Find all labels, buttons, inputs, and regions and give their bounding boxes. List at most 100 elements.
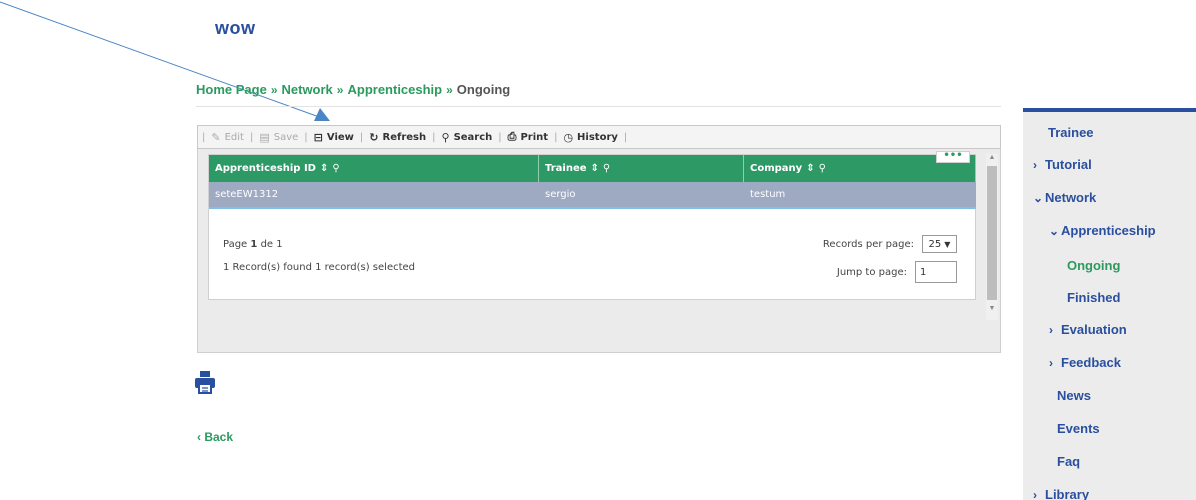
printer-icon: ⎙ (507, 130, 517, 143)
sidebar-item-trainee[interactable]: Trainee (1048, 125, 1094, 140)
chevron-left-icon: ‹ (197, 430, 201, 444)
breadcrumb-network[interactable]: Network (282, 82, 333, 97)
breadcrumb: Home Page» Network» Apprenticeship» Ongoing (196, 82, 510, 97)
cell-trainee: sergio (545, 189, 576, 200)
sidebar-item-label: Tutorial (1045, 157, 1092, 172)
sidebar-item-tutorial[interactable]: › Tutorial (1033, 157, 1092, 172)
column-label: Company (750, 163, 803, 174)
sidebar-item-events[interactable]: Events (1057, 421, 1100, 436)
records-per-page-select[interactable]: 25 ▼ (922, 235, 957, 253)
printer-icon[interactable] (194, 370, 216, 394)
pencil-icon: ✎ (211, 130, 221, 144)
sidebar-item-evaluation[interactable]: › Evaluation (1049, 322, 1127, 337)
edit-label: Edit (224, 131, 244, 143)
search-icon[interactable]: ⚲ (603, 163, 610, 174)
sidebar-item-ongoing[interactable]: Ongoing (1067, 258, 1120, 273)
breadcrumb-separator: » (270, 83, 278, 97)
print-label: Print (520, 131, 549, 143)
chevron-right-icon: › (1049, 323, 1053, 337)
chevron-down-icon: ⌄ (1033, 191, 1044, 205)
chevron-right-icon: › (1033, 488, 1037, 500)
refresh-label: Refresh (382, 131, 427, 143)
search-icon[interactable]: ⚲ (819, 163, 826, 174)
sidebar-item-label: Library (1045, 487, 1090, 500)
sidebar-item-label: Ongoing (1067, 258, 1121, 273)
column-label: Apprenticeship ID (215, 163, 316, 174)
records-per-page-label: Records per page: (822, 238, 914, 250)
toolbar: | ✎ Edit | ▤ Save | ⊟ View | ↻ Refresh |… (197, 125, 1001, 149)
sidebar-item-apprenticeship[interactable]: ⌄ Apprenticeship (1049, 223, 1156, 238)
breadcrumb-divider (196, 106, 1001, 107)
refresh-icon: ↻ (369, 130, 379, 144)
table-row[interactable]: seteEW1312 sergio testum (209, 182, 976, 209)
sidebar-item-label: News (1057, 388, 1091, 403)
sort-icon[interactable]: ⇕ (591, 163, 599, 174)
save-button[interactable]: ▤ Save (253, 131, 304, 144)
scrollbar-thumb[interactable] (987, 166, 997, 300)
scroll-up-icon[interactable]: ▲ (986, 154, 998, 161)
records-per-page-value: 25 (928, 238, 942, 250)
breadcrumb-home[interactable]: Home Page (196, 82, 267, 97)
sort-icon[interactable]: ⇕ (806, 163, 814, 174)
sidebar-item-label: Apprenticeship (1061, 223, 1156, 238)
sidebar-item-network[interactable]: ⌄ Network (1033, 190, 1096, 205)
grid-header: Apprenticeship ID ⇕ ⚲ Trainee ⇕ ⚲ Compan… (209, 151, 976, 182)
pager-controls: Records per page: 25 ▼ Jump to page: (823, 233, 957, 289)
chevron-right-icon: › (1033, 158, 1037, 172)
page-indicator: Page 1 de 1 (223, 239, 415, 250)
sidebar-item-news[interactable]: News (1057, 388, 1091, 403)
print-button[interactable]: ⎙ Print (502, 130, 554, 144)
history-button[interactable]: ◷ History (557, 131, 623, 144)
chevron-right-icon: › (1049, 356, 1053, 370)
page-total: 1 (276, 239, 283, 250)
jump-to-page-input[interactable] (915, 261, 957, 283)
jump-to-page-label: Jump to page: (836, 266, 907, 278)
sidebar-item-library[interactable]: › Library (1033, 487, 1089, 500)
history-label: History (577, 131, 618, 143)
search-icon: ⚲ (441, 130, 450, 144)
sidebar-item-label: Faq (1057, 454, 1081, 469)
records-status: 1 Record(s) found 1 record(s) selected (223, 262, 416, 273)
view-button[interactable]: ⊟ View (308, 131, 360, 144)
search-button[interactable]: ⚲ Search (436, 131, 499, 144)
view-label: View (326, 131, 354, 143)
page-prefix: Page (223, 239, 248, 250)
search-label: Search (453, 131, 493, 143)
sidebar-item-label: Feedback (1061, 355, 1121, 370)
records-grid: Apprenticeship ID ⇕ ⚲ Trainee ⇕ ⚲ Compan… (208, 151, 976, 300)
sidebar-item-label: Evaluation (1061, 322, 1127, 337)
scroll-down-icon[interactable]: ▼ (986, 305, 998, 312)
breadcrumb-current: Ongoing (456, 82, 511, 97)
dropdown-arrow-icon: ▼ (944, 239, 951, 249)
search-icon[interactable]: ⚲ (332, 163, 339, 174)
column-label: Trainee (545, 163, 587, 174)
sidebar-item-label: Trainee (1048, 125, 1094, 140)
sort-icon[interactable]: ⇕ (320, 163, 328, 174)
floppy-icon: ▤ (259, 130, 270, 144)
grid-options-menu[interactable]: ••• (936, 151, 970, 163)
sidebar-item-faq[interactable]: Faq (1057, 454, 1080, 469)
breadcrumb-separator: » (336, 83, 344, 97)
edit-button[interactable]: ✎ Edit (205, 131, 250, 144)
sidebar-item-feedback[interactable]: › Feedback (1049, 355, 1121, 370)
refresh-button[interactable]: ↻ Refresh (363, 131, 432, 144)
breadcrumb-apprenticeship[interactable]: Apprenticeship (347, 82, 442, 97)
back-link[interactable]: ‹ Back (197, 430, 233, 444)
column-header-trainee[interactable]: Trainee ⇕ ⚲ (539, 155, 744, 182)
sidebar-item-label: Finished (1067, 290, 1121, 305)
chevron-down-icon: ⌄ (1049, 224, 1060, 238)
sidebar-item-label: Network (1045, 190, 1097, 205)
sidebar-item-finished[interactable]: Finished (1067, 290, 1120, 305)
save-label: Save (273, 131, 299, 143)
annotation-arrow (0, 1, 330, 121)
toolbar-separator: | (623, 131, 628, 143)
sidebar-item-label: Events (1057, 421, 1100, 436)
page-current: 1 (250, 239, 258, 250)
sidebar: Trainee › Tutorial ⌄ Network ⌄ Apprenticesh… (1023, 108, 1196, 500)
cell-company: testum (750, 189, 786, 200)
page-of: de (260, 239, 274, 250)
pager-info: Page 1 de 1 1 Record(s) found 1 record(s… (223, 239, 415, 285)
clock-icon: ◷ (563, 130, 574, 144)
cell-apprenticeship-id: seteEW1312 (215, 189, 279, 200)
column-header-apprenticeship-id[interactable]: Apprenticeship ID ⇕ ⚲ (209, 155, 539, 182)
